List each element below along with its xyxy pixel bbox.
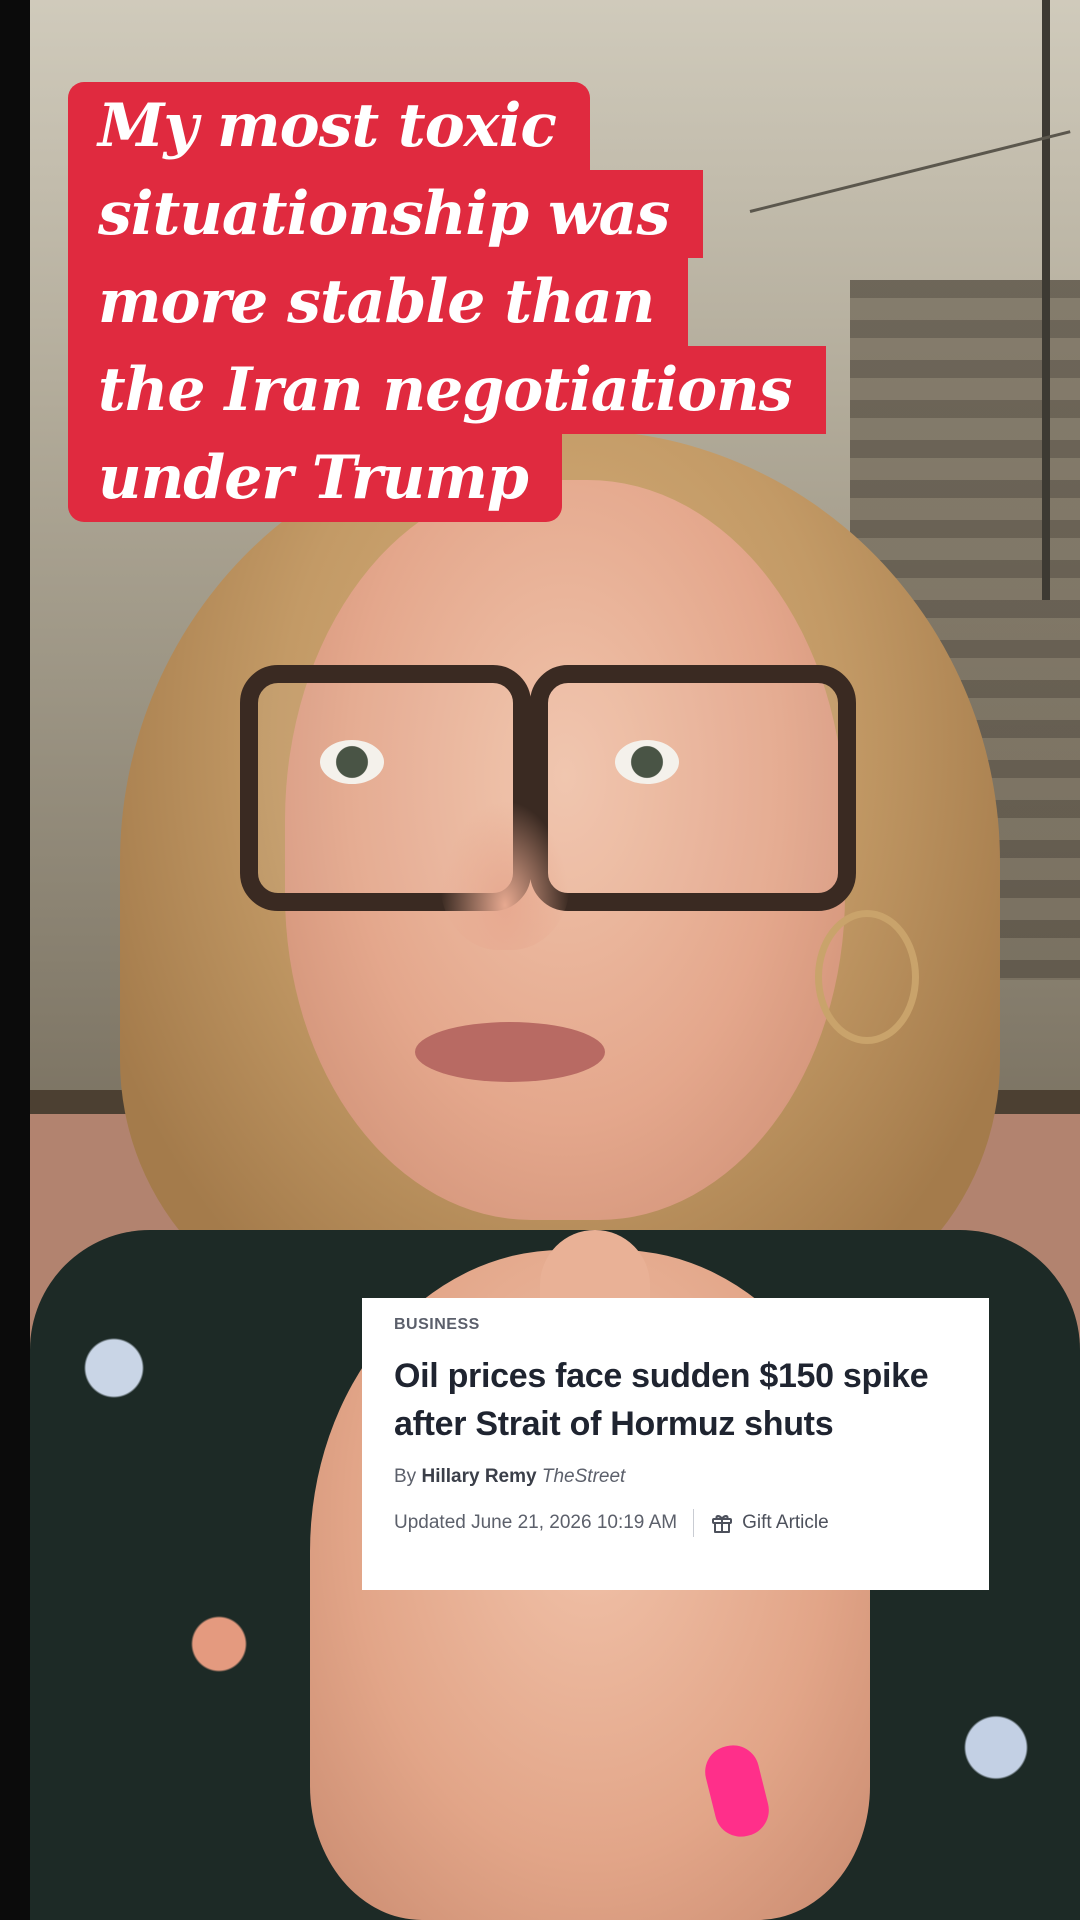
byline-prefix: By xyxy=(394,1466,417,1487)
gift-icon xyxy=(712,1514,733,1533)
video-frame: My most toxic situationship was more sta… xyxy=(0,0,1080,1920)
photo-pole xyxy=(1042,0,1050,600)
article-card: BUSINESS Oil prices face sudden $150 spi… xyxy=(362,1298,989,1590)
glasses-right-lens xyxy=(530,665,856,911)
article-author: Hillary Remy xyxy=(421,1466,537,1487)
person-nose xyxy=(440,800,570,950)
caption-line-4: the Iran negotiations xyxy=(68,346,826,434)
caption-line-2: situationship was xyxy=(68,170,704,258)
caption-line-3: more stable than xyxy=(68,258,689,346)
left-letterbox xyxy=(0,0,30,1920)
article-headline: Oil prices face sudden $150 spike after … xyxy=(394,1357,929,1443)
meta-divider xyxy=(693,1509,695,1537)
caption-line-5: under Trump xyxy=(68,434,562,522)
caption-line-1: My most toxic xyxy=(68,82,590,170)
gift-article-label: Gift Article xyxy=(742,1512,829,1533)
gift-article-button[interactable]: Gift Article xyxy=(710,1511,829,1535)
article-section: BUSINESS xyxy=(394,1316,480,1333)
person-mouth xyxy=(415,1022,605,1082)
article-meta: Updated June 21, 2026 10:19 AM Gift Arti… xyxy=(394,1508,957,1538)
hoop-earring xyxy=(815,910,919,1044)
caption-overlay: My most toxic situationship was more sta… xyxy=(68,82,868,522)
article-updated: Updated June 21, 2026 10:19 AM xyxy=(394,1512,678,1533)
article-outlet: TheStreet xyxy=(541,1466,626,1487)
article-byline: By Hillary Remy TheStreet xyxy=(394,1466,957,1494)
